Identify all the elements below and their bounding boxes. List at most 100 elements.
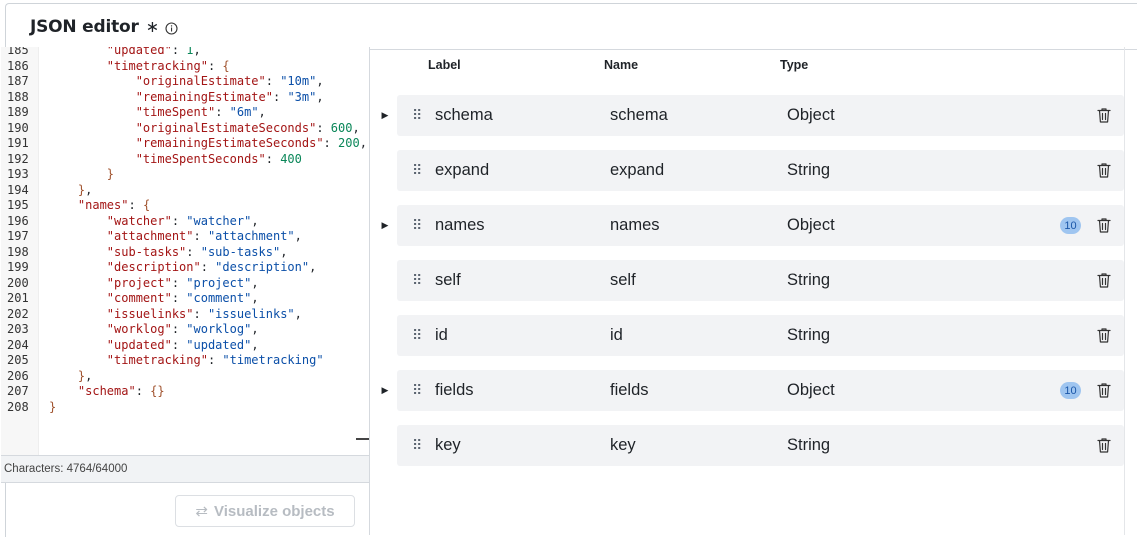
code-lines[interactable]: 185 "updated": 1, 186 "timetracking": {18… xyxy=(1,47,369,415)
field-row[interactable]: ⠿ fields fields Object 10 xyxy=(397,370,1124,411)
code-line[interactable]: 200 "project": "project", xyxy=(1,276,369,292)
trash-icon[interactable] xyxy=(1097,217,1111,234)
field-type: String xyxy=(787,326,831,344)
line-number: 207 xyxy=(7,384,29,398)
code-text: "comment": "comment", xyxy=(106,291,259,305)
code-text: "originalEstimate": "10m", xyxy=(135,74,324,88)
code-line[interactable]: 186 "timetracking": { xyxy=(1,59,369,75)
trash-icon[interactable] xyxy=(1097,107,1111,124)
code-line[interactable]: 205 "timetracking": "timetracking" xyxy=(1,353,369,369)
line-number: 194 xyxy=(7,182,29,197)
code-line[interactable]: 189 "timeSpent": "6m", xyxy=(1,105,369,121)
drag-handle-icon[interactable]: ⠿ xyxy=(412,315,422,356)
code-text: "updated": "updated", xyxy=(106,337,259,352)
column-header-label: Label xyxy=(428,58,461,72)
editor-scrollbar-thumb[interactable] xyxy=(356,438,369,440)
code-line[interactable]: 198 "sub-tasks": "sub-tasks", xyxy=(1,245,369,261)
line-number: 205 xyxy=(7,353,29,367)
visualize-objects-label: Visualize objects xyxy=(213,502,335,520)
field-row[interactable]: ⠿ id id String xyxy=(397,315,1124,356)
line-number: 199 xyxy=(7,260,29,274)
line-number: 203 xyxy=(7,322,29,336)
trash-icon[interactable] xyxy=(1097,437,1111,454)
line-number: 208 xyxy=(7,399,29,414)
code-line[interactable]: 191 "remainingEstimateSeconds": 200, xyxy=(1,136,369,152)
field-type: Object xyxy=(787,381,835,399)
code-line[interactable]: 193 } xyxy=(1,167,369,183)
field-label: expand xyxy=(435,161,490,179)
code-text: "project": "project", xyxy=(106,275,259,290)
code-text: "description": "description", xyxy=(106,260,317,274)
code-text: "schema": {} xyxy=(77,384,165,398)
drag-handle-icon[interactable]: ⠿ xyxy=(412,425,422,466)
line-number: 191 xyxy=(7,136,29,150)
code-line[interactable]: 203 "worklog": "worklog", xyxy=(1,322,369,338)
code-line[interactable]: 187 "originalEstimate": "10m", xyxy=(1,74,369,90)
code-editor[interactable]: 185 "updated": 1, 186 "timetracking": {18… xyxy=(1,47,369,455)
code-line[interactable]: 207 "schema": {} xyxy=(1,384,369,400)
code-line[interactable]: 185 "updated": 1, xyxy=(1,47,369,59)
code-text: "issuelinks": "issuelinks", xyxy=(106,306,302,321)
field-row[interactable]: ⠿ names names Object 10 xyxy=(397,205,1124,246)
field-row[interactable]: ⠿ self self String xyxy=(397,260,1124,301)
line-number: 187 xyxy=(7,74,29,88)
trash-icon[interactable] xyxy=(1097,327,1111,344)
code-line[interactable]: 194 }, xyxy=(1,183,369,199)
panel-divider[interactable] xyxy=(369,47,370,535)
field-row[interactable]: ⠿ expand expand String xyxy=(397,150,1124,191)
trash-icon[interactable] xyxy=(1097,382,1111,399)
visualize-objects-button[interactable]: ⇄ Visualize objects xyxy=(175,495,355,527)
code-line[interactable]: 206 }, xyxy=(1,369,369,385)
code-line[interactable]: 202 "issuelinks": "issuelinks", xyxy=(1,307,369,323)
code-line[interactable]: 199 "description": "description", xyxy=(1,260,369,276)
panel-title: JSON editor xyxy=(30,16,139,37)
drag-handle-icon[interactable]: ⠿ xyxy=(412,205,422,246)
field-name: id xyxy=(610,326,623,344)
code-line[interactable]: 201 "comment": "comment", xyxy=(1,291,369,307)
code-text: "timeSpentSeconds": 400 xyxy=(135,151,302,166)
count-badge: 10 xyxy=(1060,217,1081,234)
field-label: self xyxy=(435,271,461,289)
column-header-type: Type xyxy=(780,58,809,72)
code-text: "sub-tasks": "sub-tasks", xyxy=(106,244,288,259)
table-scrollbar[interactable] xyxy=(1124,47,1125,535)
field-label: id xyxy=(435,326,448,344)
trash-icon[interactable] xyxy=(1097,272,1111,289)
code-line[interactable]: 192 "timeSpentSeconds": 400 xyxy=(1,152,369,168)
code-line[interactable]: 195 "names": { xyxy=(1,198,369,214)
field-row[interactable]: ⠿ schema schema Object xyxy=(397,95,1124,136)
trash-icon[interactable] xyxy=(1097,162,1111,179)
expand-caret-icon[interactable]: ▶ xyxy=(380,205,390,246)
code-line[interactable]: 197 "attachment": "attachment", xyxy=(1,229,369,245)
code-text: } xyxy=(106,167,115,181)
field-name: schema xyxy=(610,106,668,124)
field-type: Object xyxy=(787,106,835,124)
field-label: key xyxy=(435,436,461,454)
code-line[interactable]: 188 "remainingEstimate": "3m", xyxy=(1,90,369,106)
code-line[interactable]: 196 "watcher": "watcher", xyxy=(1,214,369,230)
line-number: 185 xyxy=(7,47,29,57)
code-line[interactable]: 208} xyxy=(1,400,369,416)
drag-handle-icon[interactable]: ⠿ xyxy=(412,260,422,301)
drag-handle-icon[interactable]: ⠿ xyxy=(412,95,422,136)
line-number: 188 xyxy=(7,89,29,104)
drag-handle-icon[interactable]: ⠿ xyxy=(412,150,422,191)
line-number: 195 xyxy=(7,198,29,212)
code-line[interactable]: 204 "updated": "updated", xyxy=(1,338,369,354)
drag-handle-icon[interactable]: ⠿ xyxy=(412,370,422,411)
field-row[interactable]: ⠿ key key String xyxy=(397,425,1124,466)
info-icon[interactable] xyxy=(165,20,178,35)
line-number: 192 xyxy=(7,151,29,166)
field-name: self xyxy=(610,271,636,289)
line-number: 204 xyxy=(7,337,29,352)
field-type: String xyxy=(787,271,831,289)
count-badge: 10 xyxy=(1060,382,1081,399)
code-line[interactable]: 190 "originalEstimateSeconds": 600, xyxy=(1,121,369,137)
field-label: schema xyxy=(435,106,493,124)
expand-caret-icon[interactable]: ▶ xyxy=(380,95,390,136)
code-text: "worklog": "worklog", xyxy=(106,322,259,336)
line-number: 189 xyxy=(7,105,29,119)
expand-caret-icon[interactable]: ▶ xyxy=(380,370,390,411)
code-text: "timetracking": { xyxy=(106,58,230,73)
line-number: 190 xyxy=(7,120,29,135)
